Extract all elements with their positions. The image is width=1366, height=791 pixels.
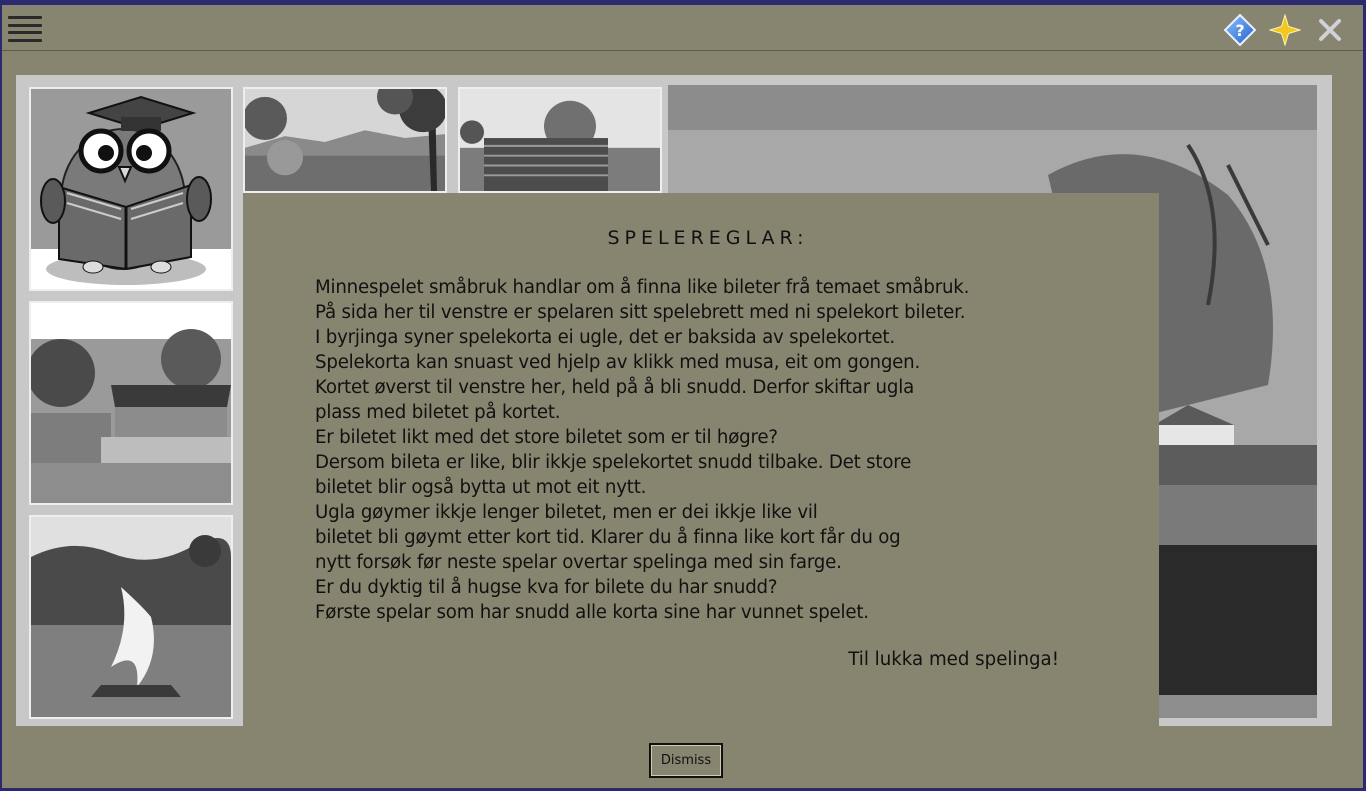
- rules-text: Minnespelet småbruk handlar om å finna l…: [315, 275, 1115, 625]
- rules-line: På sida her til venstre er spelaren sitt…: [315, 302, 966, 323]
- boathouse-photo: [31, 303, 231, 503]
- landscape-photo: [245, 89, 445, 191]
- memory-card-landscape[interactable]: [243, 87, 447, 193]
- rules-line: biletet bli gøymt etter kort tid. Klarer…: [315, 527, 901, 548]
- top-toolbar: ?: [2, 5, 1363, 51]
- hamburger-menu-icon[interactable]: [8, 16, 42, 42]
- rules-line: Minnespelet småbruk handlar om å finna l…: [315, 277, 970, 298]
- rules-closing: Til lukka med spelinga!: [848, 649, 1059, 670]
- close-icon[interactable]: [1314, 14, 1346, 46]
- rules-dialog: SPELEREGLAR: Minnespelet småbruk handlar…: [243, 193, 1159, 730]
- rules-line: Ugla gøymer ikkje lenger biletet, men er…: [315, 502, 818, 523]
- rules-line: Er du dyktig til å hugse kva for bilete …: [315, 577, 778, 598]
- rules-title: SPELEREGLAR:: [607, 227, 809, 249]
- rules-line: Dersom bileta er like, blir ikkje spelek…: [315, 452, 912, 473]
- memory-card-bonfire[interactable]: [29, 515, 233, 719]
- rules-line: plass med biletet på kortet.: [315, 402, 561, 423]
- firewood-photo: [460, 89, 660, 191]
- memory-card-owl[interactable]: [29, 87, 233, 291]
- rules-line: nytt forsøk før neste spelar overtar spe…: [315, 552, 842, 573]
- app-window: ? SPELEREGLAR: Minnespelet småbruk handl…: [2, 5, 1363, 788]
- rules-line: Kortet øverst til venstre her, held på å…: [315, 377, 915, 398]
- owl-reading-icon: [31, 95, 231, 289]
- memory-card-firewood[interactable]: [458, 87, 662, 193]
- help-icon[interactable]: ?: [1224, 14, 1256, 46]
- rules-line: Første spelar som har snudd alle korta s…: [315, 602, 869, 623]
- memory-card-boathouse[interactable]: [29, 301, 233, 505]
- help-glyph: ?: [1235, 21, 1244, 40]
- dismiss-button[interactable]: Dismiss: [649, 743, 723, 778]
- bonfire-photo: [31, 517, 231, 717]
- rules-line: biletet blir også bytta ut mot eit nytt.: [315, 477, 647, 498]
- star-icon[interactable]: [1269, 14, 1301, 46]
- rules-line: Er biletet likt med det store biletet so…: [315, 427, 778, 448]
- rules-line: I byrjinga syner spelekorta ei ugle, det…: [315, 327, 895, 348]
- rules-line: Spelekorta kan snuast ved hjelp av klikk…: [315, 352, 921, 373]
